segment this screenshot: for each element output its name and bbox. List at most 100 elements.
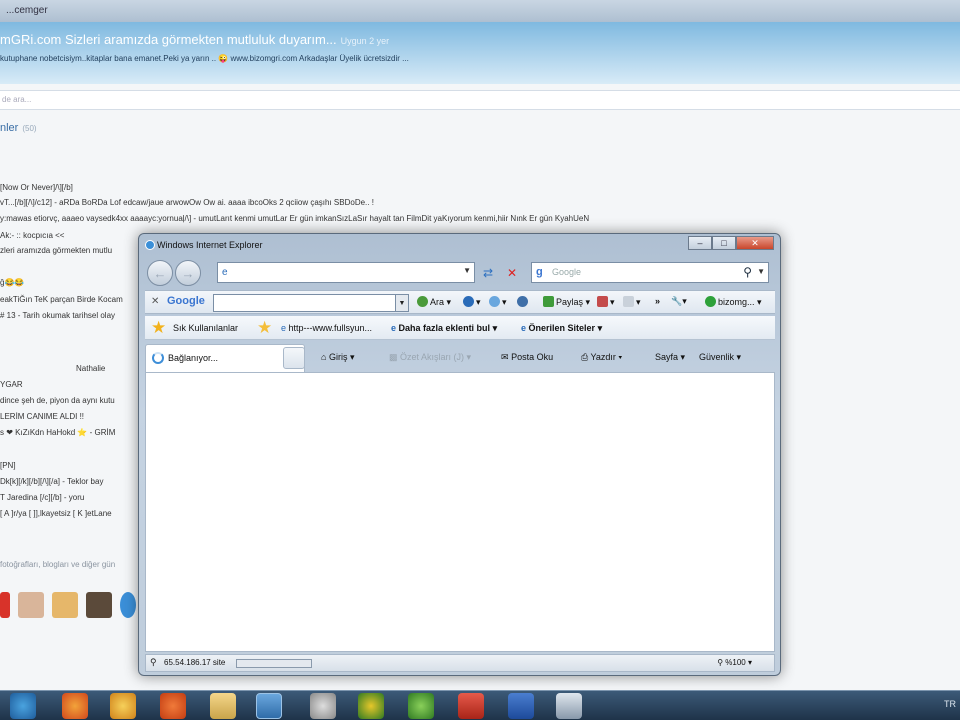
chrome-icon[interactable] — [160, 693, 186, 719]
loading-spinner-icon — [152, 352, 164, 364]
globe-button[interactable]: ▾ — [463, 296, 481, 308]
close-button[interactable]: ✕ — [736, 236, 774, 250]
favorite-link-1[interactable]: e http---www.fullsyun... — [281, 323, 372, 333]
add-favorites-icon[interactable]: ★ — [257, 318, 272, 338]
translate-icon — [597, 296, 608, 307]
minimize-button[interactable]: – — [688, 236, 712, 250]
feed-item: ğ😂😂 — [0, 278, 25, 287]
background-search-input[interactable]: de ara... — [0, 90, 960, 110]
feed-item: T Jaredina [/c][/b] - yoru — [0, 493, 85, 502]
wrench-icon: 🔧 — [671, 296, 683, 306]
address-bar[interactable]: e ▼ — [217, 262, 475, 283]
favorites-star-icon: ★ — [151, 318, 167, 337]
address-dropdown-icon[interactable]: ▼ — [463, 266, 471, 275]
bookmarks-button[interactable]: ▾ — [623, 296, 641, 308]
feed-item: YGAR — [0, 380, 23, 389]
stop-button[interactable]: ✕ — [501, 262, 523, 283]
feed-item: Ak:- :: kocpıcıa << — [0, 231, 65, 240]
feed-item: [ A ]r/ya [ ]],lkayetsiz [ K ]etLane — [0, 509, 112, 518]
safety-menu-button[interactable]: Güvenlik ▾ — [699, 352, 741, 363]
app-icon[interactable] — [358, 693, 384, 719]
background-subline: kutuphane nobetcisiym..kitaplar bana ema… — [0, 54, 409, 63]
background-heading[interactable]: mGRi.com Sizleri aramızda görmekten mutl… — [0, 32, 389, 47]
feed-item: dince şeh de, piyon da aynı kutu — [0, 396, 115, 405]
avatar[interactable] — [52, 592, 78, 618]
feed-item: [PN] — [0, 461, 16, 470]
google-search-dropdown[interactable]: ▼ — [395, 294, 409, 312]
home-icon: ⌂ — [321, 352, 327, 362]
ie-app-icon — [145, 240, 155, 250]
sidewiki-icon — [517, 296, 528, 307]
app-icon[interactable] — [458, 693, 484, 719]
page-icon: e — [222, 267, 228, 278]
close-toolbar-icon[interactable]: ✕ — [151, 296, 159, 307]
back-button[interactable]: ← — [147, 260, 173, 286]
back-arrow-icon: ← — [153, 265, 167, 281]
sidewiki-button[interactable] — [517, 296, 530, 307]
stop-icon: ✕ — [506, 265, 518, 280]
google-toolbar: ✕ Google ▼ Ara ▾ ▾ ▾ Paylaş ▾ ▾ ▾ » 🔧▾ b… — [145, 290, 775, 314]
word-icon[interactable] — [508, 693, 534, 719]
background-title: ...cemger — [6, 5, 48, 16]
translate-button[interactable]: ▾ — [597, 296, 615, 308]
feed-item: Nathalie — [76, 364, 106, 373]
messenger-icon[interactable] — [256, 693, 282, 719]
favorite-link-2[interactable]: e Daha fazla eklenti bul ▾ — [391, 323, 497, 334]
more-button[interactable]: » — [655, 296, 660, 306]
favorite-link-3[interactable]: e Önerilen Siteler ▾ — [521, 323, 602, 334]
zoom-level[interactable]: ⚲ %100 ▾ — [717, 658, 752, 667]
account-status-icon — [705, 296, 716, 307]
new-tab-button[interactable] — [283, 347, 305, 369]
media-player-icon[interactable] — [110, 693, 136, 719]
avatar[interactable] — [86, 592, 112, 618]
feed-item: zleri aramızda görmekten mutlu — [0, 246, 113, 255]
app-icon[interactable] — [408, 693, 434, 719]
feed-item: vT...[/b][/\]/c12] - aRDa BoRDa Lof edca… — [0, 198, 374, 207]
window-caption-buttons: – □ ✕ — [688, 236, 774, 250]
start-button-icon[interactable] — [10, 693, 36, 719]
wrench-button[interactable]: 🔧▾ — [671, 296, 687, 307]
page-content[interactable] — [145, 372, 775, 652]
maximize-button[interactable]: □ — [712, 236, 736, 250]
tab-command-row: Bağlanıyor... ⌂ Giriş ▾ ▩ Özet Akışları … — [145, 342, 775, 372]
feeds-button[interactable]: ▩ Özet Akışları (J) ▾ — [389, 352, 471, 363]
read-mail-button[interactable]: ✉ Posta Oku — [501, 352, 553, 363]
system-tray[interactable]: TR — [944, 699, 956, 709]
page-icon: e — [281, 323, 287, 333]
search-icon[interactable]: ⚲ — [743, 265, 752, 279]
share-icon — [543, 296, 554, 307]
status-text: 65.54.186.17 site — [164, 658, 226, 667]
status-bar: ⚲ 65.54.186.17 site ⚲ %100 ▾ — [145, 654, 775, 672]
print-button[interactable]: ⎙ Yazdır ▾ — [581, 352, 622, 363]
tab-loading[interactable]: Bağlanıyor... — [145, 344, 305, 372]
feed-item: [Now Or Never]/\][/b] — [0, 183, 73, 192]
google-search-button[interactable]: Ara ▾ — [417, 296, 451, 308]
account-button[interactable]: bizomg... ▾ — [705, 296, 762, 308]
refresh-icon: ⇄ — [482, 265, 494, 280]
avatar[interactable] — [18, 592, 44, 618]
avatar[interactable] — [0, 592, 10, 618]
page-icon: e — [521, 323, 527, 333]
globe-icon — [463, 296, 474, 307]
navigate-button[interactable]: ▾ — [489, 296, 507, 308]
share-button[interactable]: Paylaş ▾ — [543, 296, 590, 308]
tab-label: Bağlanıyor... — [168, 353, 219, 363]
forward-button[interactable]: → — [175, 260, 201, 286]
favorites-bar: ★ Sık Kullanılanlar ★ e http---www.fulls… — [145, 316, 775, 340]
app-icon[interactable] — [556, 693, 582, 719]
home-button[interactable]: ⌂ Giriş ▾ — [321, 352, 354, 363]
zoom-icon: ⚲ — [717, 658, 724, 667]
search-box[interactable]: g Google ⚲ ▼ — [531, 262, 769, 283]
firefox-icon[interactable] — [62, 693, 88, 719]
page-icon: e — [391, 323, 397, 333]
google-search-input[interactable] — [213, 294, 405, 312]
search-dropdown-icon[interactable]: ▼ — [757, 267, 765, 276]
folder-icon[interactable] — [210, 693, 236, 719]
bookmarks-icon — [623, 296, 634, 307]
favorites-button[interactable]: Sık Kullanılanlar — [173, 323, 238, 333]
ie-logo-icon[interactable] — [120, 592, 136, 618]
page-menu-button[interactable]: Sayfa ▾ — [655, 352, 685, 363]
app-icon[interactable] — [310, 693, 336, 719]
background-header: mGRi.com Sizleri aramızda görmekten mutl… — [0, 22, 960, 84]
refresh-button[interactable]: ⇄ — [477, 262, 499, 283]
